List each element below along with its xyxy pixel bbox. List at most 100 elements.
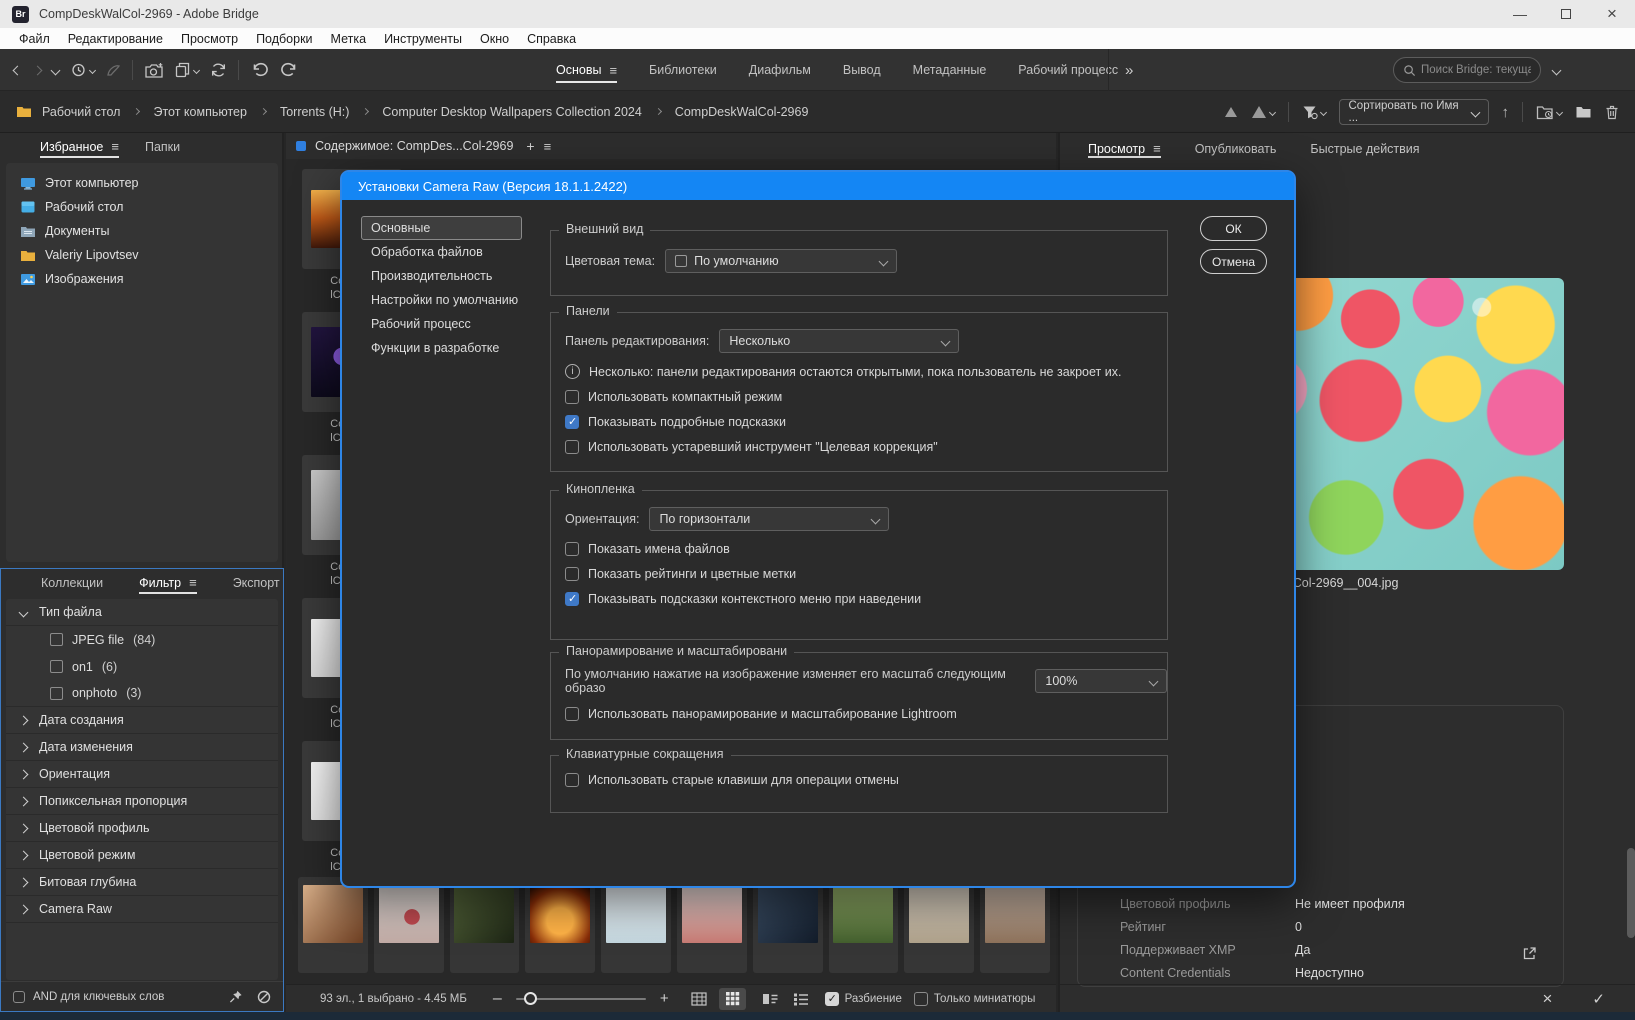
dialog-nav-workflow[interactable]: Рабочий процесс — [361, 312, 522, 336]
legacy-undo-keys-option[interactable]: Использовать старые клавиши для операции… — [551, 773, 1167, 787]
and-keywords-checkbox[interactable] — [13, 991, 25, 1003]
list-view-icon[interactable] — [793, 992, 809, 1006]
filter-group-color-mode[interactable]: Цветовой режим — [6, 842, 278, 869]
workspace-tab-workflow[interactable]: Рабочий процесс — [1018, 49, 1118, 91]
copy-files-icon[interactable] — [175, 62, 199, 78]
close-icon[interactable]: × — [1589, 0, 1635, 28]
breadcrumb-item[interactable]: Рабочий стол — [42, 105, 120, 119]
thumbnail-cell[interactable] — [829, 877, 899, 973]
refresh-icon[interactable] — [210, 62, 227, 78]
filter-group-date-created[interactable]: Дата создания — [6, 707, 278, 734]
checkbox-icon[interactable] — [50, 687, 63, 700]
pin-icon[interactable] — [229, 989, 243, 1004]
rotate-ccw-icon[interactable] — [250, 62, 269, 78]
thumbnail-size-slider[interactable] — [516, 998, 646, 1000]
default-zoom-select[interactable]: 100% — [1035, 669, 1167, 693]
maximize-icon[interactable] — [1543, 0, 1589, 28]
workspace-overflow-icon[interactable]: » — [1125, 49, 1133, 91]
thumbnail-cell[interactable] — [525, 877, 595, 973]
rotate-cw-icon[interactable] — [280, 62, 299, 78]
new-folder-icon[interactable] — [1575, 105, 1592, 119]
workspace-tab-libraries[interactable]: Библиотеки — [649, 49, 717, 91]
lightroom-pan-zoom-option[interactable]: Использовать панорамирование и масштабир… — [551, 707, 1167, 721]
thumbnail-cell[interactable] — [980, 877, 1050, 973]
sort-dropdown[interactable]: Сортировать по Имя ... — [1339, 99, 1489, 125]
workspace-tab-filmstrip[interactable]: Диафильм — [749, 49, 811, 91]
dialog-nav-general[interactable]: Основные — [361, 216, 522, 240]
sort-ascending-icon[interactable]: ↑ — [1502, 104, 1510, 121]
checkbox-icon[interactable] — [565, 567, 579, 581]
filter-group-color-profile[interactable]: Цветовой профиль — [6, 815, 278, 842]
thumbnails-only-toggle[interactable]: Только миниатюры — [914, 992, 1036, 1006]
filter-option-onphoto[interactable]: onphoto (3) — [6, 680, 278, 707]
ok-button[interactable]: ОК — [1200, 216, 1267, 241]
filter-group-file-type[interactable]: Тип файла — [6, 599, 278, 626]
legacy-targeted-adjustment-option[interactable]: Использовать устаревший инструмент "Целе… — [551, 440, 1167, 454]
workspace-tab-output[interactable]: Вывод — [843, 49, 881, 91]
thumbnail-view-icon[interactable] — [719, 988, 746, 1010]
zoom-in-icon[interactable]: + — [660, 990, 669, 1007]
breadcrumb-item[interactable]: Этот компьютер — [153, 105, 246, 119]
panel-menu-icon[interactable]: ≡ — [189, 575, 197, 590]
dialog-titlebar[interactable]: Установки Camera Raw (Версия 18.1.1.2422… — [342, 172, 1294, 200]
minimize-icon[interactable]: — — [1497, 0, 1543, 28]
panel-menu-icon[interactable]: ≡ — [544, 139, 552, 154]
thumbnail-cell[interactable] — [374, 877, 444, 973]
filter-group-camera-raw[interactable]: Camera Raw — [6, 896, 278, 923]
show-ratings-labels-option[interactable]: Показать рейтинги и цветные метки — [551, 567, 1167, 581]
menu-label[interactable]: Метка — [322, 32, 376, 46]
checkbox-icon[interactable] — [565, 415, 579, 429]
favorites-item-user-folder[interactable]: Valeriy Lipovtsev — [6, 243, 278, 267]
menu-stacks[interactable]: Подборки — [247, 32, 321, 46]
hover-context-menu-option[interactable]: Показывать подсказки контекстного меню п… — [551, 592, 1167, 606]
checkbox-icon[interactable] — [565, 773, 579, 787]
checkbox-icon[interactable] — [50, 660, 63, 673]
dialog-nav-file-handling[interactable]: Обработка файлов — [361, 240, 522, 264]
grid-view-icon[interactable] — [691, 992, 707, 1006]
tab-collections[interactable]: Коллекции — [41, 569, 103, 596]
nav-dropdown-icon[interactable] — [51, 65, 61, 75]
menu-edit[interactable]: Редактирование — [59, 32, 172, 46]
tab-filter[interactable]: Фильтр≡ — [139, 569, 197, 596]
forward-icon[interactable] — [33, 65, 43, 75]
filter-group-bit-depth[interactable]: Битовая глубина — [6, 869, 278, 896]
filter-option-on1[interactable]: on1 (6) — [6, 653, 278, 680]
checkbox-icon[interactable] — [914, 992, 928, 1006]
checkbox-icon[interactable] — [565, 542, 579, 556]
orientation-select[interactable]: По горизонтали — [649, 507, 889, 531]
detail-view-icon[interactable] — [762, 992, 779, 1006]
history-clock-icon[interactable] — [70, 62, 95, 78]
menu-tools[interactable]: Инструменты — [375, 32, 471, 46]
tab-quick-actions[interactable]: Быстрые действия — [1310, 137, 1419, 160]
menu-view[interactable]: Просмотр — [172, 32, 247, 46]
thumbnail-cell[interactable] — [753, 877, 823, 973]
tab-preview[interactable]: Просмотр≡ — [1088, 137, 1161, 160]
dialog-nav-defaults[interactable]: Настройки по умолчанию — [361, 288, 522, 312]
edit-panel-select[interactable]: Несколько — [719, 329, 959, 353]
checkbox-icon[interactable] — [825, 992, 839, 1006]
breadcrumb-item[interactable]: CompDeskWalCol-2969 — [675, 105, 809, 119]
tab-publish[interactable]: Опубликовать — [1195, 137, 1277, 160]
trash-icon[interactable] — [1605, 105, 1619, 120]
search-scope-chevron-icon[interactable] — [1552, 65, 1562, 75]
breadcrumb-item[interactable]: Computer Desktop Wallpapers Collection 2… — [382, 105, 641, 119]
filter-rating-dropdown-icon[interactable] — [1251, 105, 1275, 119]
accept-icon[interactable]: ✓ — [1592, 990, 1605, 1008]
reject-icon[interactable]: × — [1542, 989, 1552, 1009]
workspace-tab-metadata[interactable]: Метаданные — [913, 49, 987, 91]
back-icon[interactable] — [13, 65, 23, 75]
filter-group-aspect-ratio[interactable]: Попиксельная пропорция — [6, 788, 278, 815]
show-filenames-option[interactable]: Показать имена файлов — [551, 542, 1167, 556]
compact-mode-option[interactable]: Использовать компактный режим — [551, 390, 1167, 404]
recent-files-icon[interactable] — [1536, 105, 1562, 120]
filter-rating-icon[interactable] — [1224, 106, 1238, 118]
tab-favorites[interactable]: Избранное≡ — [40, 133, 119, 160]
checkbox-icon[interactable] — [565, 707, 579, 721]
import-camera-icon[interactable] — [144, 62, 164, 79]
tab-export[interactable]: Экспорт — [233, 569, 280, 596]
filter-option-jpeg[interactable]: JPEG file (84) — [6, 626, 278, 653]
cancel-button[interactable]: Отмена — [1200, 249, 1267, 274]
search-input[interactable] — [1421, 64, 1531, 76]
workspace-tab-essentials[interactable]: Основы≡ — [556, 49, 617, 91]
thumbnail-cell[interactable] — [450, 877, 520, 973]
